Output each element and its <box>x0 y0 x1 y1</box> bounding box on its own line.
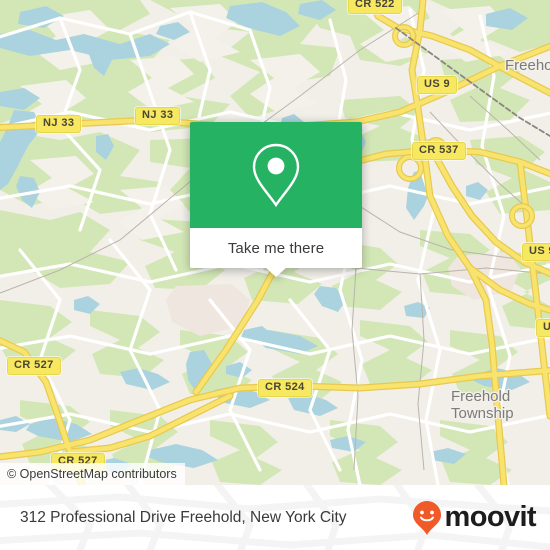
place-label-line: Township <box>451 405 514 422</box>
footer-content: 312 Professional Drive Freehold, New Yor… <box>0 485 550 550</box>
road-shield: CR 537 <box>412 142 466 160</box>
footer-bar: 312 Professional Drive Freehold, New Yor… <box>0 485 550 550</box>
callout-action-bar[interactable]: Take me there <box>190 228 362 277</box>
map-canvas[interactable]: CR 522 US 9 NJ 33 NJ 33 CR 537 US 9 US C… <box>0 0 550 485</box>
road-shield: NJ 33 <box>135 107 181 125</box>
place-label-line: Freehold <box>451 388 511 405</box>
road-shield: CR 522 <box>348 0 402 14</box>
road-shield: US <box>536 319 550 337</box>
callout-tail <box>265 267 287 277</box>
place-label-freehold: Freehold <box>505 57 550 74</box>
road-shield: CR 524 <box>258 379 312 397</box>
moovit-smiley-pin-icon <box>412 500 441 535</box>
take-me-there-button[interactable]: Take me there <box>228 240 324 257</box>
place-label-freehold-township: Freehold Township <box>451 388 514 422</box>
address-text: 312 Professional Drive Freehold, New Yor… <box>20 508 347 526</box>
callout-image-panel <box>190 122 362 228</box>
road-shield: NJ 33 <box>36 115 82 133</box>
moovit-wordmark: moovit <box>444 501 537 533</box>
osm-attribution[interactable]: © OpenStreetMap contributors <box>0 463 185 485</box>
location-callout[interactable]: Take me there <box>190 122 362 277</box>
map-pin-icon <box>252 143 300 208</box>
moovit-map-screen: CR 522 US 9 NJ 33 NJ 33 CR 537 US 9 US C… <box>0 0 550 550</box>
road-shield: CR 527 <box>7 357 61 375</box>
road-shield: US 9 <box>417 76 458 94</box>
moovit-logo[interactable]: moovit <box>412 500 537 536</box>
road-shield: US 9 <box>522 243 550 261</box>
